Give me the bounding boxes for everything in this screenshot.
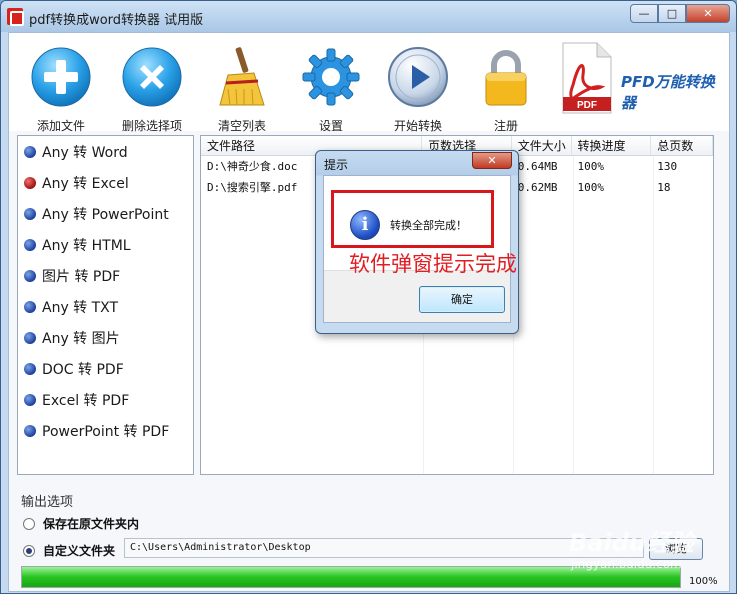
cell-size: 0.62MB: [517, 181, 558, 194]
bullet-icon: [24, 269, 36, 282]
delete-selected-label: 删除选择项: [121, 119, 182, 133]
clear-list-label: 清空列表: [217, 119, 266, 133]
clear-list-button[interactable]: 清空列表: [202, 45, 282, 134]
gear-icon: [302, 48, 360, 106]
save-original-radio[interactable]: [23, 517, 35, 530]
window-controls: — □ ✕: [630, 4, 730, 23]
lock-icon: [485, 50, 527, 106]
menu-item-any-to-powerpoint[interactable]: Any 转 PowerPoint: [18, 198, 193, 229]
cell-total: 130: [657, 160, 678, 173]
brand-name: PFD万能转换器: [621, 73, 715, 112]
column-divider: [573, 156, 574, 474]
menu-item-label: PowerPoint 转 PDF: [42, 423, 170, 440]
menu-item-label: Any 转 Excel: [42, 175, 129, 192]
register-label: 注册: [493, 119, 518, 133]
maximize-button[interactable]: □: [658, 4, 686, 23]
column-header-total[interactable]: 总页数: [651, 136, 713, 155]
menu-item-any-to-txt[interactable]: Any 转 TXT: [18, 291, 193, 322]
menu-item-any-to-excel[interactable]: Any 转 Excel: [18, 167, 193, 198]
brand-logo: PDF PFD万能转换器: [559, 41, 729, 125]
output-options-heading: 输出选项: [21, 495, 74, 510]
cell-size: 0.64MB: [517, 160, 558, 173]
dialog-ok-button[interactable]: 确定: [419, 286, 505, 313]
custom-folder-label: 自定义文件夹: [43, 544, 116, 558]
output-path-field[interactable]: C:\Users\Administrator\Desktop: [124, 538, 644, 558]
menu-item-any-to-html[interactable]: Any 转 HTML: [18, 229, 193, 260]
bullet-icon: [24, 207, 36, 220]
add-icon: [31, 47, 91, 107]
menu-item-label: 图片 转 PDF: [42, 268, 121, 285]
menu-item-any-to-image[interactable]: Any 转 图片: [18, 322, 193, 353]
play-icon: [388, 47, 448, 107]
brand-logo-text: PDF: [577, 100, 597, 111]
bullet-icon: [24, 362, 36, 375]
custom-folder-option[interactable]: 自定义文件夹: [23, 542, 115, 559]
delete-icon: [122, 47, 182, 107]
app-icon: [7, 8, 24, 26]
bullet-icon: [24, 145, 36, 158]
menu-item-doc-to-pdf[interactable]: DOC 转 PDF: [18, 353, 193, 384]
bullet-icon: [24, 238, 36, 251]
menu-item-powerpoint-to-pdf[interactable]: PowerPoint 转 PDF: [18, 415, 193, 446]
bullet-icon: [24, 424, 36, 437]
annotation-highlight: [331, 190, 494, 248]
bullet-icon: [24, 300, 36, 313]
settings-button[interactable]: 设置: [291, 45, 371, 134]
start-convert-button[interactable]: 开始转换: [378, 45, 458, 134]
dialog-title: 提示: [324, 158, 349, 172]
bullet-icon: [24, 331, 36, 344]
menu-item-any-to-word[interactable]: Any 转 Word: [18, 136, 193, 167]
menu-item-label: DOC 转 PDF: [42, 361, 124, 378]
minimize-button[interactable]: —: [630, 4, 658, 23]
menu-item-excel-to-pdf[interactable]: Excel 转 PDF: [18, 384, 193, 415]
menu-item-label: Any 转 HTML: [42, 237, 131, 254]
title-bar[interactable]: pdf转换成word转换器 试用版 — □ ✕: [1, 1, 736, 32]
column-divider: [653, 156, 654, 474]
add-file-label: 添加文件: [36, 119, 85, 133]
close-button[interactable]: ✕: [686, 4, 730, 23]
app-window: pdf转换成word转换器 试用版 — □ ✕ 添加文件 删除选择项 清空列表 …: [0, 0, 737, 594]
conversion-type-list: Any 转 Word Any 转 Excel Any 转 PowerPoint …: [17, 135, 194, 475]
watermark-logo: Baidu经验: [569, 529, 694, 557]
column-header-progress[interactable]: 转换进度: [572, 136, 652, 155]
add-file-button[interactable]: 添加文件: [21, 45, 101, 134]
save-original-option[interactable]: 保存在原文件夹内: [23, 515, 139, 532]
toolbar: 添加文件 删除选择项 清空列表 设置 开始转换 注册 PDF PFD万能转换器: [9, 33, 729, 134]
register-button[interactable]: 注册: [466, 45, 546, 134]
menu-item-label: Excel 转 PDF: [42, 392, 130, 409]
menu-item-image-to-pdf[interactable]: 图片 转 PDF: [18, 260, 193, 291]
menu-item-label: Any 转 PowerPoint: [42, 206, 169, 223]
window-title: pdf转换成word转换器 试用版: [29, 13, 204, 28]
cell-total: 18: [657, 181, 671, 194]
pdf-logo-icon: PDF: [562, 42, 612, 114]
start-convert-label: 开始转换: [393, 119, 442, 133]
menu-item-label: Any 转 Word: [42, 144, 128, 161]
delete-selected-button[interactable]: 删除选择项: [112, 45, 192, 134]
watermark-url: jingyan.baidu.com: [571, 557, 682, 571]
column-header-size[interactable]: 文件大小: [512, 136, 572, 155]
progress-percent: 100%: [689, 576, 718, 587]
menu-item-label: Any 转 图片: [42, 330, 120, 347]
menu-item-label: Any 转 TXT: [42, 299, 119, 316]
dialog-close-button[interactable]: ✕: [472, 152, 512, 169]
broom-icon: [219, 47, 265, 106]
bullet-icon: [24, 393, 36, 406]
save-original-label: 保存在原文件夹内: [43, 517, 140, 531]
custom-folder-radio[interactable]: [23, 544, 35, 557]
cell-progress: 100%: [577, 181, 605, 194]
settings-label: 设置: [318, 119, 343, 133]
bullet-icon-active: [24, 176, 36, 189]
cell-progress: 100%: [577, 160, 605, 173]
annotation-text: 软件弹窗提示完成: [349, 252, 517, 276]
